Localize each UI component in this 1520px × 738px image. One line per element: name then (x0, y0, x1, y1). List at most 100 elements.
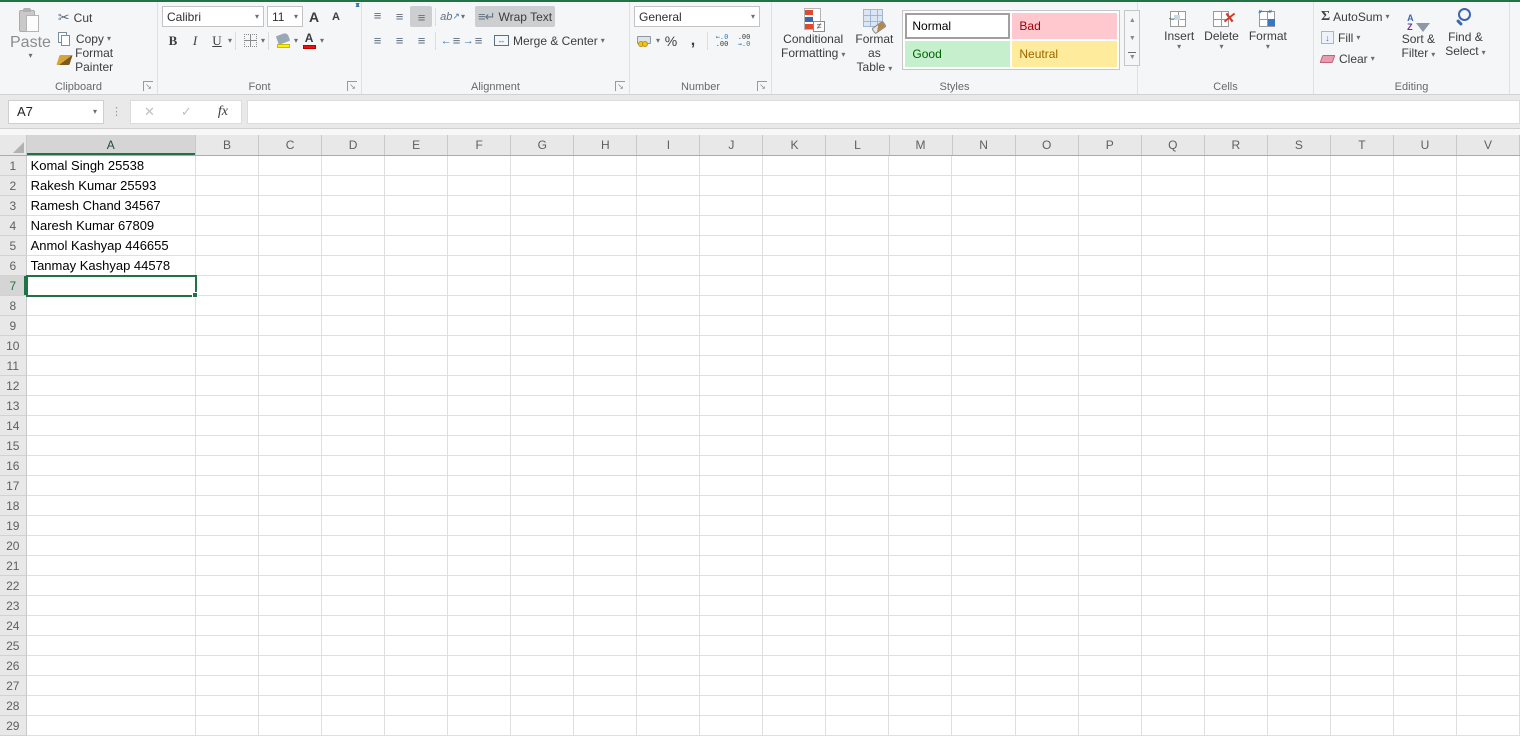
cell-Q29[interactable] (1141, 716, 1205, 736)
cell-C17[interactable] (258, 476, 322, 496)
cell-G2[interactable] (511, 176, 575, 196)
cell-Q23[interactable] (1141, 596, 1205, 616)
cell-N22[interactable] (952, 576, 1016, 596)
cell-U12[interactable] (1393, 376, 1457, 396)
name-box[interactable]: A7 ▾ (8, 99, 104, 124)
cell-C16[interactable] (258, 456, 322, 476)
cell-M26[interactable] (889, 656, 953, 676)
find-select-button[interactable]: Find & Select (1440, 6, 1490, 62)
cell-M17[interactable] (889, 476, 953, 496)
cell-T25[interactable] (1330, 636, 1394, 656)
cell-T5[interactable] (1330, 236, 1394, 256)
cell-I13[interactable] (637, 396, 701, 416)
cell-I23[interactable] (637, 596, 701, 616)
cell-K16[interactable] (763, 456, 827, 476)
cell-B9[interactable] (195, 316, 259, 336)
cell-R27[interactable] (1204, 676, 1268, 696)
accounting-format-button[interactable] (634, 30, 656, 51)
cell-L29[interactable] (826, 716, 890, 736)
cell-J1[interactable] (700, 156, 764, 176)
increase-indent-button[interactable]: → ≡ (461, 30, 483, 51)
cell-P14[interactable] (1078, 416, 1142, 436)
cell-E28[interactable] (385, 696, 449, 716)
cell-D23[interactable] (321, 596, 386, 616)
cell-I20[interactable] (637, 536, 701, 556)
cell-O10[interactable] (1015, 336, 1079, 356)
cell-N11[interactable] (952, 356, 1016, 376)
cell-S14[interactable] (1267, 416, 1331, 436)
cell-B24[interactable] (195, 616, 259, 636)
cell-M22[interactable] (889, 576, 953, 596)
cell-R4[interactable] (1204, 216, 1268, 236)
cell-L16[interactable] (826, 456, 890, 476)
cell-H24[interactable] (574, 616, 638, 636)
cell-O1[interactable] (1015, 156, 1079, 176)
cell-H20[interactable] (574, 536, 638, 556)
column-header-N[interactable]: N (953, 135, 1016, 155)
cell-K8[interactable] (763, 296, 827, 316)
cell-D14[interactable] (321, 416, 386, 436)
cell-U24[interactable] (1393, 616, 1457, 636)
cell-P17[interactable] (1078, 476, 1142, 496)
cell-Q9[interactable] (1141, 316, 1205, 336)
cell-S5[interactable] (1267, 236, 1331, 256)
cell-T15[interactable] (1330, 436, 1394, 456)
cell-P25[interactable] (1078, 636, 1142, 656)
cell-U9[interactable] (1393, 316, 1457, 336)
cell-T8[interactable] (1330, 296, 1394, 316)
cell-P22[interactable] (1078, 576, 1142, 596)
cell-P24[interactable] (1078, 616, 1142, 636)
cell-M12[interactable] (889, 376, 953, 396)
cell-P3[interactable] (1078, 196, 1142, 216)
cell-A11[interactable] (26, 356, 196, 376)
cell-O15[interactable] (1015, 436, 1079, 456)
row-header-25[interactable]: 25 (0, 636, 27, 656)
row-header-20[interactable]: 20 (0, 536, 27, 556)
column-header-M[interactable]: M (890, 135, 953, 155)
cell-H7[interactable] (574, 276, 638, 296)
cell-R10[interactable] (1204, 336, 1268, 356)
percent-style-button[interactable]: % (660, 30, 682, 51)
cell-A6[interactable]: Tanmay Kashyap 44578 (26, 256, 196, 276)
cell-C24[interactable] (258, 616, 322, 636)
cell-O18[interactable] (1015, 496, 1079, 516)
row-header-9[interactable]: 9 (0, 316, 27, 336)
align-right-button[interactable]: ≡ (410, 30, 432, 51)
cell-E29[interactable] (385, 716, 449, 736)
column-header-I[interactable]: I (637, 135, 701, 155)
cell-D19[interactable] (321, 516, 386, 536)
cell-P28[interactable] (1078, 696, 1142, 716)
font-color-dropdown-arrow[interactable]: ▾ (320, 36, 324, 45)
cancel-icon[interactable]: ✕ (144, 104, 155, 120)
format-painter-button[interactable]: Format Painter (55, 46, 153, 74)
cell-C11[interactable] (258, 356, 322, 376)
cell-D17[interactable] (321, 476, 386, 496)
cell-M23[interactable] (889, 596, 953, 616)
select-all-button[interactable] (0, 135, 27, 155)
cell-M25[interactable] (889, 636, 953, 656)
cell-B1[interactable] (195, 156, 259, 176)
cell-R7[interactable] (1204, 276, 1268, 296)
cell-V10[interactable] (1456, 336, 1520, 356)
cell-F27[interactable] (448, 676, 512, 696)
column-header-U[interactable]: U (1394, 135, 1457, 155)
cell-K17[interactable] (763, 476, 827, 496)
cell-E2[interactable] (385, 176, 449, 196)
cell-M5[interactable] (889, 236, 953, 256)
cell-B28[interactable] (195, 696, 259, 716)
cell-D27[interactable] (321, 676, 386, 696)
cell-H12[interactable] (574, 376, 638, 396)
cell-K28[interactable] (763, 696, 827, 716)
cell-S22[interactable] (1267, 576, 1331, 596)
cell-L7[interactable] (826, 276, 890, 296)
cell-R2[interactable] (1204, 176, 1268, 196)
cell-N15[interactable] (952, 436, 1016, 456)
cell-E7[interactable] (385, 276, 449, 296)
cell-O29[interactable] (1015, 716, 1079, 736)
cell-H8[interactable] (574, 296, 638, 316)
cell-V21[interactable] (1456, 556, 1520, 576)
formula-input[interactable] (247, 99, 1520, 124)
cell-R11[interactable] (1204, 356, 1268, 376)
autosum-button[interactable]: Σ AutoSum (1318, 6, 1393, 27)
cell-S3[interactable] (1267, 196, 1331, 216)
